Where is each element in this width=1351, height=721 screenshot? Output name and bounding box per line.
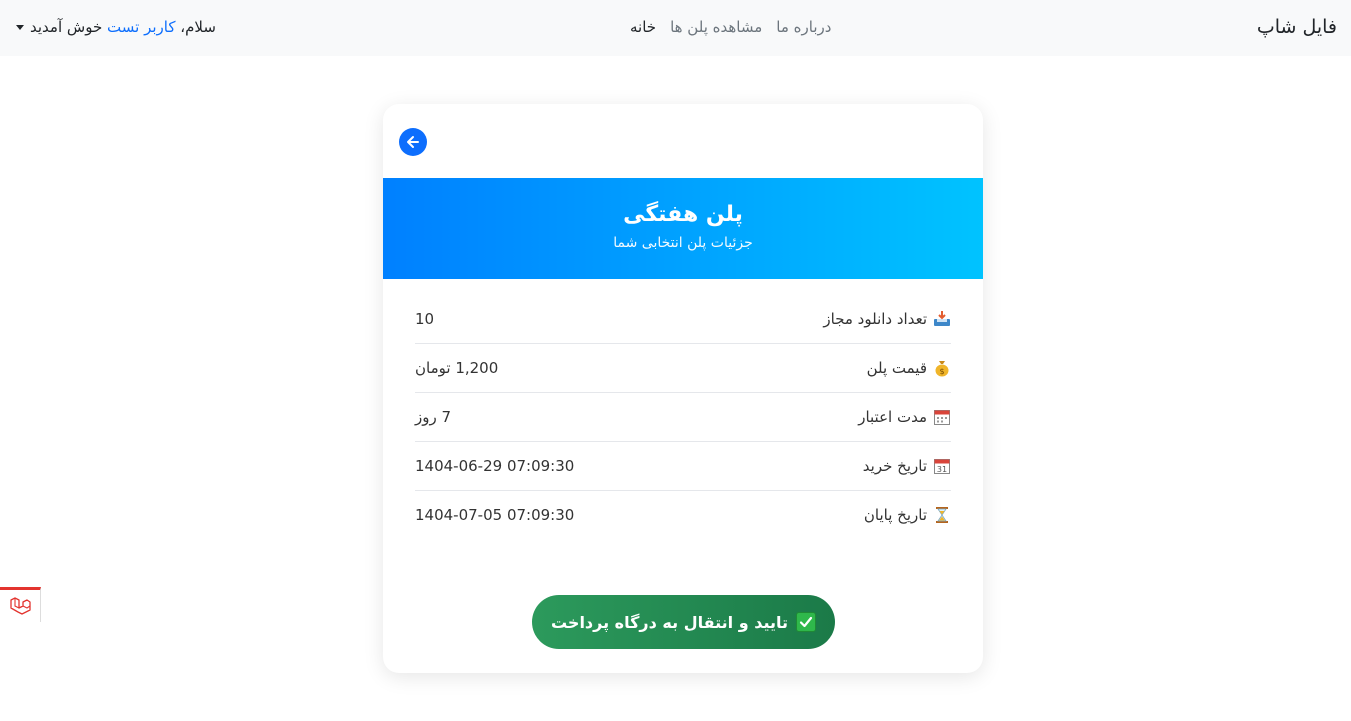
detail-value: 1,200 تومان: [415, 359, 499, 377]
user-dropdown-toggle[interactable]: سلام، کاربر تست خوش آمدید: [16, 18, 216, 36]
detail-label-text: مدت اعتبار: [858, 408, 927, 426]
svg-text:31: 31: [937, 465, 947, 474]
plan-header: پلن هفتگی جزئیات پلن انتخابی شما: [383, 178, 983, 279]
calendar-icon: [934, 410, 950, 425]
nav-links: خانه مشاهده پلن ها درباره ما: [630, 18, 831, 36]
detail-value: 1404-06-29 07:09:30: [415, 457, 575, 475]
back-button[interactable]: [399, 128, 427, 156]
confirm-payment-label: تایید و انتقال به درگاه پرداخت: [550, 612, 789, 632]
detail-label: $ قیمت پلن: [867, 359, 951, 377]
nav-link-plans[interactable]: مشاهده پلن ها: [670, 18, 762, 36]
detail-row-end-date: تاریخ پایان 1404-07-05 07:09:30: [415, 491, 951, 540]
detail-label: مدت اعتبار: [858, 408, 951, 426]
nav-link-home[interactable]: خانه: [630, 18, 656, 36]
detail-value: 7 روز: [415, 408, 452, 426]
greeting-suffix: خوش آمدید: [30, 18, 103, 36]
inbox-tray-icon: [934, 311, 950, 326]
greeting-prefix: سلام،: [180, 18, 216, 36]
check-mark-button-icon: [796, 612, 817, 632]
brand-logo-text[interactable]: فایل شاپ: [1257, 16, 1337, 38]
hourglass-icon: [936, 507, 948, 523]
plan-details-card: پلن هفتگی جزئیات پلن انتخابی شما تعداد د…: [383, 104, 983, 673]
plan-title: پلن هفتگی: [623, 202, 743, 227]
detail-row-validity: مدت اعتبار 7 روز: [415, 393, 951, 442]
detail-value: 1404-07-05 07:09:30: [415, 506, 575, 524]
money-bag-icon: $: [935, 361, 949, 377]
calendar-date-icon: 31: [934, 459, 950, 474]
arrow-left-icon: [407, 136, 419, 148]
user-name: کاربر تست: [107, 18, 176, 36]
plan-details-list: تعداد دانلود مجاز 10 $ قیمت پلن 1,200 تو…: [415, 295, 951, 540]
caret-down-icon: [16, 24, 24, 30]
top-navbar: فایل شاپ خانه مشاهده پلن ها درباره ما سل…: [0, 0, 1351, 56]
detail-value: 10: [415, 310, 435, 328]
confirm-payment-button[interactable]: تایید و انتقال به درگاه پرداخت: [532, 595, 835, 649]
svg-text:$: $: [939, 367, 944, 376]
laravel-logo-icon: [10, 597, 31, 615]
detail-label-text: قیمت پلن: [866, 359, 927, 377]
detail-row-price: $ قیمت پلن 1,200 تومان: [415, 344, 951, 393]
detail-label: تاریخ پایان: [864, 506, 951, 524]
detail-row-downloads: تعداد دانلود مجاز 10: [415, 295, 951, 344]
nav-link-about[interactable]: درباره ما: [776, 18, 831, 36]
detail-label: 31 تاریخ خرید: [863, 457, 951, 475]
user-greeting: سلام، کاربر تست خوش آمدید: [30, 18, 216, 36]
detail-label-text: تاریخ پایان: [863, 506, 927, 524]
detail-row-purchase-date: 31 تاریخ خرید 1404-06-29 07:09:30: [415, 442, 951, 491]
debugbar-toggle[interactable]: [0, 587, 41, 622]
detail-label: تعداد دانلود مجاز: [823, 310, 951, 328]
detail-label-text: تاریخ خرید: [862, 457, 927, 475]
plan-subtitle: جزئیات پلن انتخابی شما: [613, 235, 753, 251]
detail-label-text: تعداد دانلود مجاز: [823, 310, 927, 328]
